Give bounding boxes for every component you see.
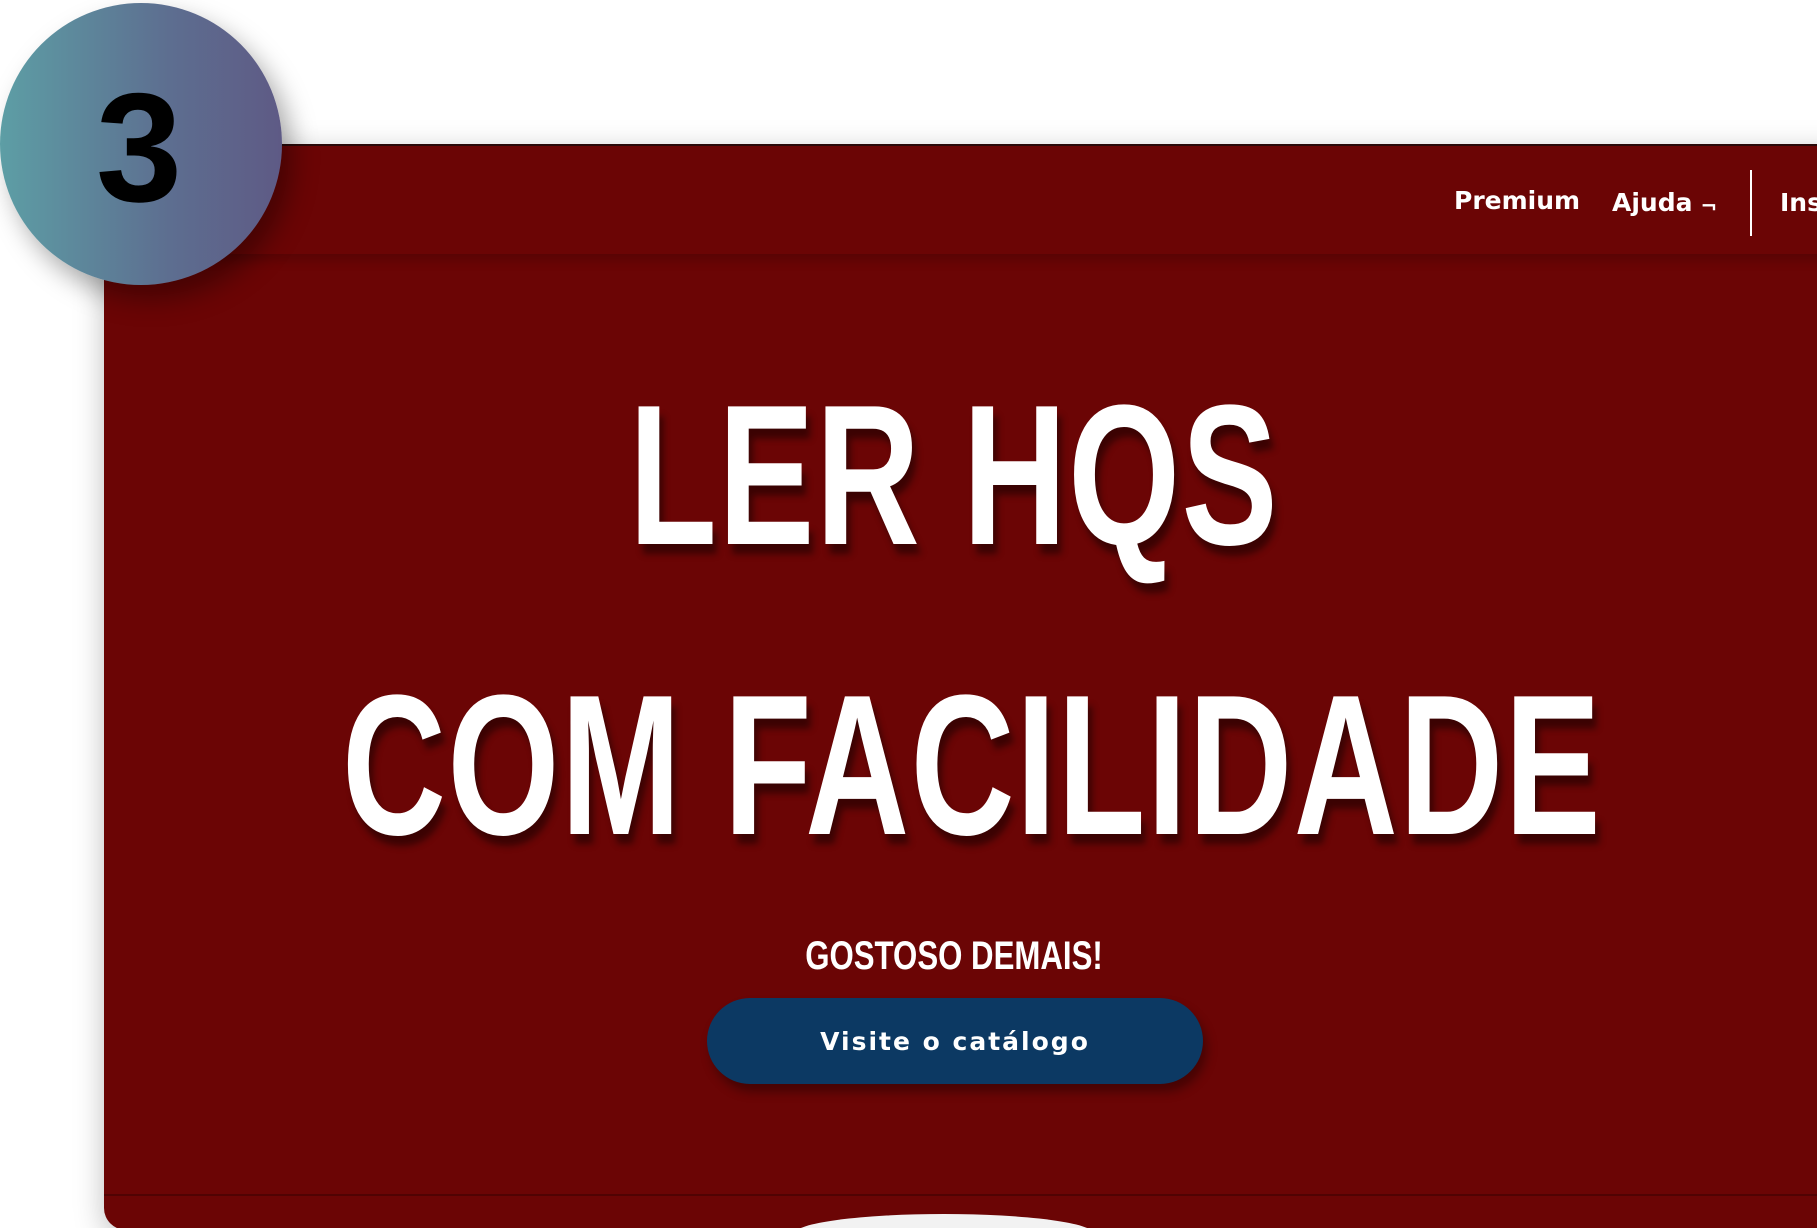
top-navbar: Premium Ajuda ¬ Ins xyxy=(104,146,1817,254)
nav-ajuda-label: Ajuda xyxy=(1612,188,1693,217)
visit-catalog-button[interactable]: Visite o catálogo xyxy=(707,998,1203,1084)
nav-divider xyxy=(1750,170,1752,236)
nav-ins-link[interactable]: Ins xyxy=(1780,188,1817,218)
hero-subtitle: GOSTOSO DEMAIS! xyxy=(805,934,1103,978)
section-divider xyxy=(104,1194,1817,1196)
next-section-image-peek xyxy=(794,1214,1094,1228)
website-preview: Premium Ajuda ¬ Ins LER HQS COM FACILIDAD… xyxy=(104,144,1817,1228)
step-number: 3 xyxy=(95,61,183,234)
hero-title-line-1: LER HQS xyxy=(628,364,1280,587)
dropdown-arrow-icon: ¬ xyxy=(1700,194,1718,218)
nav-ajuda-dropdown[interactable]: Ajuda ¬ xyxy=(1612,188,1717,221)
tutorial-screenshot: Premium Ajuda ¬ Ins LER HQS COM FACILIDAD… xyxy=(0,0,1817,1228)
nav-premium-link[interactable]: Premium xyxy=(1454,186,1580,216)
hero-title-line-2: COM FACILIDADE xyxy=(342,654,1603,877)
step-badge: 3 xyxy=(0,3,282,285)
